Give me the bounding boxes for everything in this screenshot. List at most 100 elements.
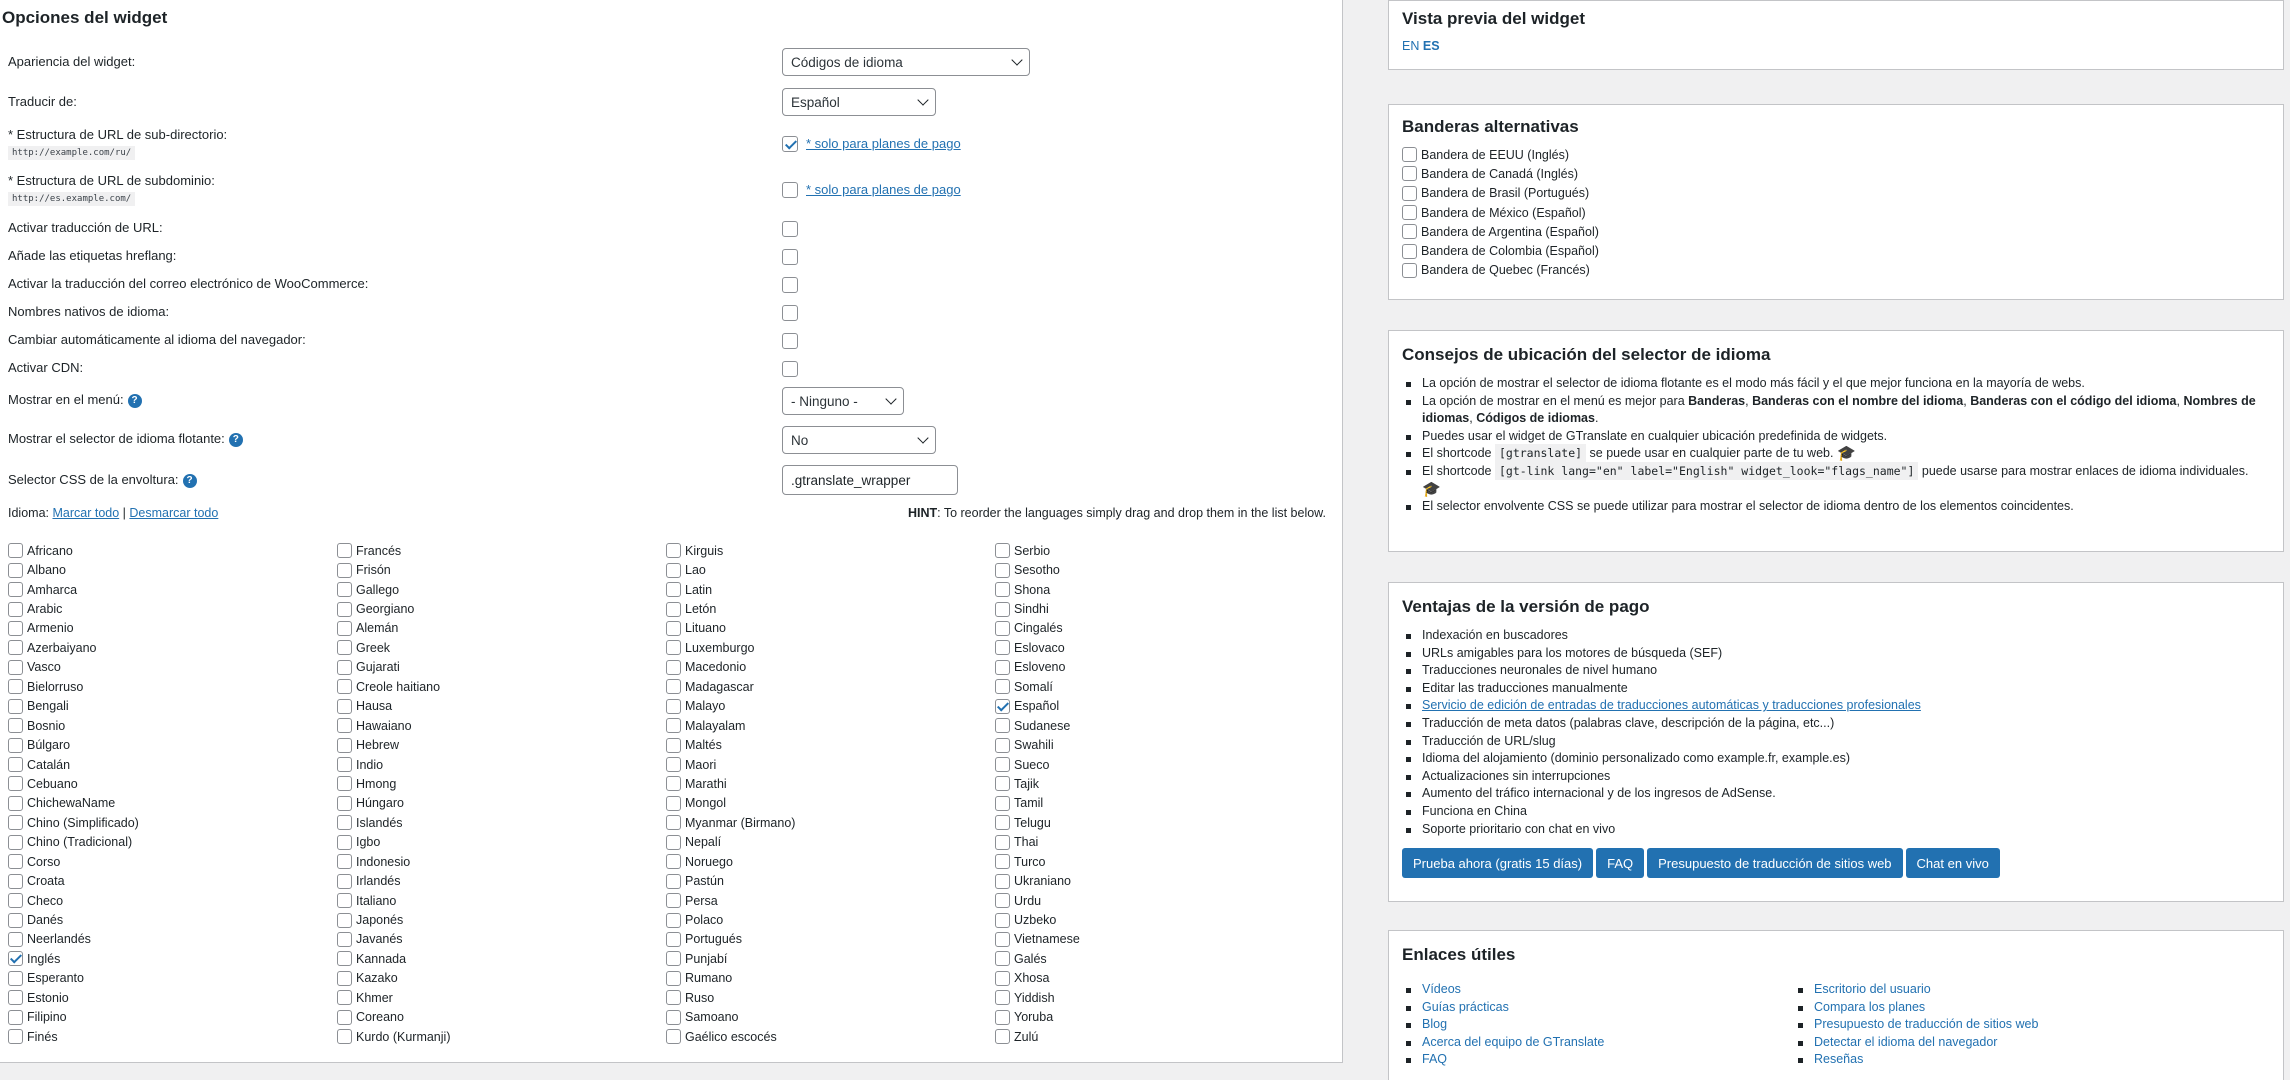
language-checkbox[interactable]: [337, 854, 352, 870]
subdomain-checkbox[interactable]: [782, 181, 798, 198]
css-selector-input[interactable]: .gtranslate_wrapper: [782, 465, 958, 495]
language-checkbox[interactable]: [995, 620, 1010, 636]
language-checkbox[interactable]: [337, 931, 352, 947]
language-option[interactable]: Rumano: [666, 969, 995, 988]
language-option[interactable]: Finés: [8, 1027, 337, 1046]
language-option[interactable]: Frisón: [337, 560, 666, 579]
language-option[interactable]: Ukraniano: [995, 871, 1324, 890]
language-checkbox[interactable]: [995, 795, 1010, 811]
language-option[interactable]: Irlandés: [337, 871, 666, 890]
language-option[interactable]: Mongol: [666, 794, 995, 813]
language-option[interactable]: Bosnio: [8, 716, 337, 735]
try-now-button[interactable]: Prueba ahora (gratis 15 días): [1402, 848, 1594, 879]
language-checkbox[interactable]: [995, 1009, 1010, 1025]
language-option[interactable]: Eslovaco: [995, 638, 1324, 657]
language-option[interactable]: Persa: [666, 891, 995, 910]
language-checkbox[interactable]: [337, 912, 352, 928]
language-option[interactable]: Punjabí: [666, 949, 995, 968]
language-checkbox[interactable]: [337, 601, 352, 617]
language-option[interactable]: Thai: [995, 833, 1324, 852]
language-checkbox[interactable]: [995, 854, 1010, 870]
language-option[interactable]: Gujarati: [337, 658, 666, 677]
help-icon[interactable]: ?: [127, 393, 142, 408]
language-option[interactable]: Kazako: [337, 969, 666, 988]
language-checkbox[interactable]: [337, 1009, 352, 1025]
language-checkbox[interactable]: [8, 873, 23, 889]
language-option[interactable]: Español: [995, 697, 1324, 716]
appearance-select[interactable]: Códigos de idioma: [782, 48, 1030, 76]
hreflang-checkbox[interactable]: [782, 248, 798, 265]
language-option[interactable]: Yoruba: [995, 1008, 1324, 1027]
faq-button[interactable]: FAQ: [1596, 848, 1645, 879]
useful-link[interactable]: Reseñas: [1814, 1052, 1863, 1066]
language-checkbox[interactable]: [995, 679, 1010, 695]
language-checkbox[interactable]: [666, 795, 681, 811]
useful-link[interactable]: Compara los planes: [1814, 1000, 1925, 1014]
woo-checkbox[interactable]: [782, 276, 798, 293]
language-checkbox[interactable]: [995, 543, 1010, 559]
language-option[interactable]: Inglés: [8, 949, 337, 968]
language-checkbox[interactable]: [666, 1009, 681, 1025]
language-checkbox[interactable]: [8, 659, 23, 675]
help-icon[interactable]: ?: [182, 473, 197, 488]
language-option[interactable]: Checo: [8, 891, 337, 910]
language-checkbox[interactable]: [995, 990, 1010, 1006]
language-checkbox[interactable]: [995, 562, 1010, 578]
language-checkbox[interactable]: [995, 640, 1010, 656]
language-checkbox[interactable]: [995, 757, 1010, 773]
language-checkbox[interactable]: [337, 620, 352, 636]
language-checkbox[interactable]: [995, 737, 1010, 753]
alt-flag-checkbox[interactable]: [1402, 205, 1417, 221]
language-option[interactable]: Gallego: [337, 580, 666, 599]
language-option[interactable]: Urdu: [995, 891, 1324, 910]
language-checkbox[interactable]: [337, 815, 352, 831]
language-checkbox[interactable]: [666, 679, 681, 695]
language-option[interactable]: Indonesio: [337, 852, 666, 871]
language-option[interactable]: Hebrew: [337, 735, 666, 754]
auto-switch-checkbox[interactable]: [782, 332, 798, 349]
alt-flag-checkbox[interactable]: [1402, 185, 1417, 201]
language-option[interactable]: Vasco: [8, 658, 337, 677]
language-option[interactable]: Telugu: [995, 813, 1324, 832]
language-checkbox[interactable]: [995, 912, 1010, 928]
language-checkbox[interactable]: [666, 815, 681, 831]
language-checkbox[interactable]: [8, 776, 23, 792]
alt-flag-checkbox[interactable]: [1402, 243, 1417, 259]
language-option[interactable]: Portugués: [666, 930, 995, 949]
language-checkbox[interactable]: [8, 582, 23, 598]
graduation-cap-icon[interactable]: 🎓: [1837, 445, 1856, 463]
language-checkbox[interactable]: [666, 562, 681, 578]
language-checkbox[interactable]: [8, 698, 23, 714]
useful-link[interactable]: Vídeos: [1422, 982, 1461, 996]
language-checkbox[interactable]: [337, 757, 352, 773]
language-option[interactable]: Vietnamese: [995, 930, 1324, 949]
language-option[interactable]: Esperanto: [8, 969, 337, 988]
language-checkbox[interactable]: [337, 562, 352, 578]
preview-link-en[interactable]: EN: [1402, 39, 1419, 53]
language-option[interactable]: Uzbeko: [995, 910, 1324, 929]
language-checkbox[interactable]: [8, 679, 23, 695]
language-checkbox[interactable]: [337, 970, 352, 986]
language-checkbox[interactable]: [666, 757, 681, 773]
url-translation-checkbox[interactable]: [782, 220, 798, 237]
language-checkbox[interactable]: [995, 931, 1010, 947]
uncheck-all-link[interactable]: Desmarcar todo: [129, 506, 218, 520]
language-checkbox[interactable]: [995, 873, 1010, 889]
language-option[interactable]: Islandés: [337, 813, 666, 832]
alt-flag-option[interactable]: Bandera de Brasil (Portugués): [1402, 184, 2270, 203]
language-checkbox[interactable]: [995, 582, 1010, 598]
translate-from-select[interactable]: Español: [782, 88, 936, 116]
language-checkbox[interactable]: [995, 601, 1010, 617]
menu-select[interactable]: - Ninguno -: [782, 387, 904, 415]
language-option[interactable]: Albano: [8, 560, 337, 579]
language-option[interactable]: Khmer: [337, 988, 666, 1007]
language-option[interactable]: Serbio: [995, 541, 1324, 560]
language-checkbox[interactable]: [337, 1029, 352, 1045]
language-option[interactable]: Pastún: [666, 871, 995, 890]
alt-flag-option[interactable]: Bandera de México (Español): [1402, 203, 2270, 222]
language-option[interactable]: Georgiano: [337, 599, 666, 618]
language-option[interactable]: Malayalam: [666, 716, 995, 735]
subdir-paid-link[interactable]: * solo para planes de pago: [806, 136, 961, 151]
language-checkbox[interactable]: [8, 854, 23, 870]
language-option[interactable]: Samoano: [666, 1008, 995, 1027]
